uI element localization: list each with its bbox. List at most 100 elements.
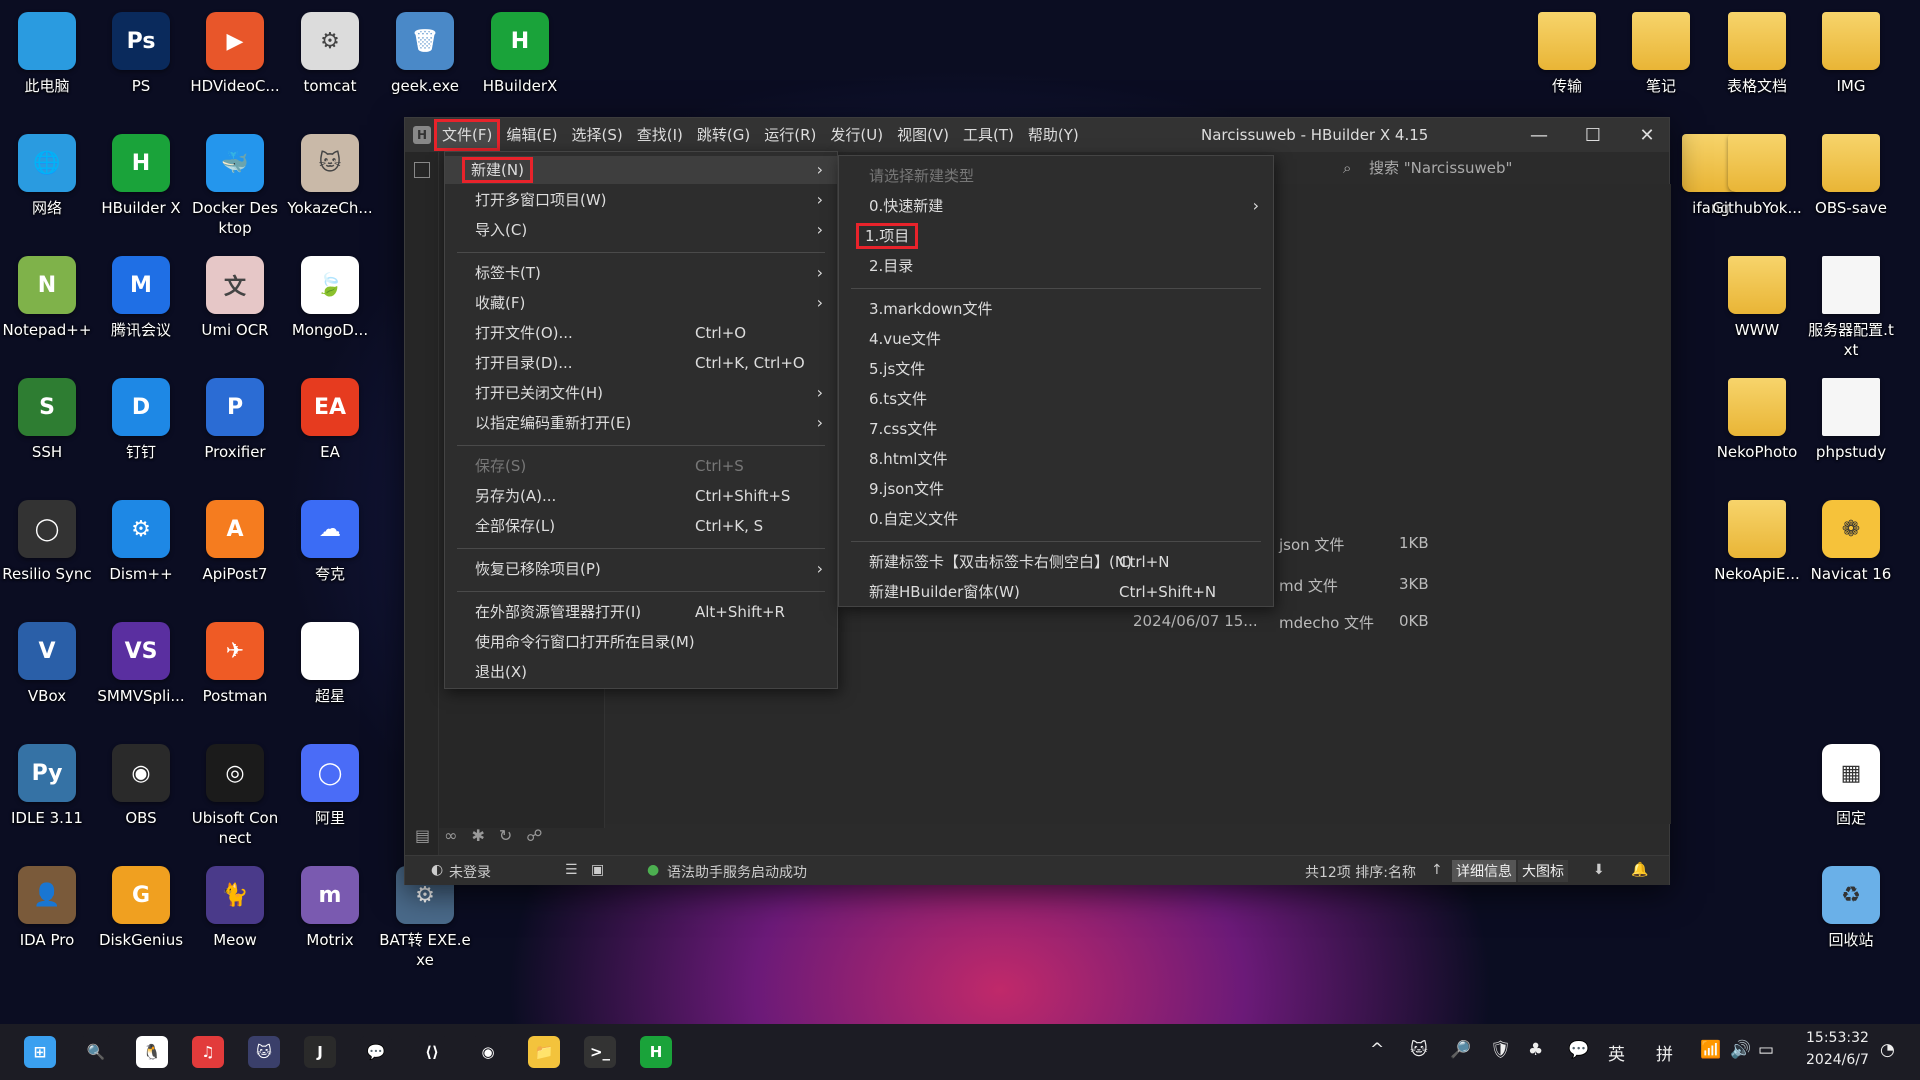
desktop-icon-apipost7[interactable]: A ApiPost7 xyxy=(188,494,282,604)
taskbar-vscode-icon[interactable]: ⟨⟩ xyxy=(416,1036,448,1068)
menu-item-8-html[interactable]: 8.html文件 xyxy=(839,445,1273,473)
desktop-icon-item[interactable]: 超星 xyxy=(283,616,377,726)
desktop-icon-notepad[interactable]: N Notepad++ xyxy=(0,250,94,360)
tray-shield-icon[interactable]: 🛡 xyxy=(1490,1040,1512,1060)
menu-item-9[interactable]: 帮助(Y) xyxy=(1021,120,1086,150)
desktop-icon-hbuilderx[interactable]: H HBuilderX xyxy=(473,6,567,116)
terminal-icon[interactable]: ▣ xyxy=(591,862,604,878)
desktop-icon-item[interactable]: 表格文档 xyxy=(1710,6,1804,116)
bell-icon[interactable]: 🔔 xyxy=(1631,862,1648,878)
download-icon[interactable]: ⬇ xyxy=(1593,862,1605,878)
menu-item-6[interactable]: 发行(U) xyxy=(823,120,890,150)
volume-icon[interactable]: 🔊 xyxy=(1730,1040,1751,1060)
detail-view-button[interactable]: 详细信息 xyxy=(1452,860,1516,882)
desktop-icon-ps[interactable]: Ps PS xyxy=(94,6,188,116)
menu-item-0[interactable]: 0.自定义文件 xyxy=(839,505,1273,533)
tray-expand-icon[interactable]: ^ xyxy=(1370,1040,1384,1060)
desktop-icon-motrix[interactable]: m Motrix xyxy=(283,860,377,970)
user-icon[interactable]: ◐ xyxy=(431,862,443,878)
menu-item-4[interactable]: 跳转(G) xyxy=(690,120,757,150)
desktop-icon-item[interactable]: ☁ 夸克 xyxy=(283,494,377,604)
desktop-icon-postman[interactable]: ✈ Postman xyxy=(188,616,282,726)
desktop-icon-item[interactable]: M 腾讯会议 xyxy=(94,250,188,360)
taskbar-search-icon[interactable]: 🔍 xyxy=(80,1036,112,1068)
desktop-icon-item[interactable]: 笔记 xyxy=(1614,6,1708,116)
menu-item-e[interactable]: 以指定编码重新打开(E) › xyxy=(445,409,837,437)
minimize-button[interactable]: — xyxy=(1513,118,1565,152)
debug-icon[interactable]: ✱ xyxy=(471,826,484,845)
desktop-icon-ssh[interactable]: S SSH xyxy=(0,372,94,482)
wifi-icon[interactable]: 📶 xyxy=(1700,1040,1721,1060)
menu-item-n[interactable]: 新建(N) › xyxy=(445,156,837,184)
sort-arrow-icon[interactable]: ↑ xyxy=(1431,862,1443,878)
desktop-icon-nekophoto[interactable]: NekoPhoto xyxy=(1710,372,1804,482)
taskbar-jetbrains-icon[interactable]: J xyxy=(304,1036,336,1068)
desktop-icon-githubyok[interactable]: GithubYok... xyxy=(1710,128,1804,238)
tray-cat-icon[interactable]: 🐱 xyxy=(1410,1040,1428,1060)
desktop-icon-img[interactable]: IMG xyxy=(1804,6,1898,116)
menu-file[interactable]: 文件(F) xyxy=(433,119,501,151)
folder-icon[interactable]: ▤ xyxy=(415,826,430,845)
battery-icon[interactable]: ▭ xyxy=(1758,1040,1774,1060)
desktop-icon-item[interactable]: D 钉钉 xyxy=(94,372,188,482)
menu-item-2[interactable]: 2.目录 xyxy=(839,252,1273,280)
taskbar-explorer-icon[interactable]: 📁 xyxy=(528,1036,560,1068)
menu-item-x[interactable]: 退出(X) xyxy=(445,658,837,686)
taskbar-terminal-icon[interactable]: >_ xyxy=(584,1036,616,1068)
list-icon[interactable]: ☰ xyxy=(565,862,578,878)
menu-item-1[interactable]: 1.项目 xyxy=(839,222,1273,250)
menu-item-5[interactable]: 运行(R) xyxy=(757,120,823,150)
menu-item-7[interactable]: 视图(V) xyxy=(890,120,956,150)
ime-lang[interactable]: 英 xyxy=(1608,1040,1625,1065)
desktop-icon-tomcat[interactable]: ⚙ tomcat xyxy=(283,6,377,116)
desktop-icon-ida-pro[interactable]: 👤 IDA Pro xyxy=(0,860,94,970)
desktop-icon-www[interactable]: WWW xyxy=(1710,250,1804,360)
binoculars-icon[interactable]: ∞ xyxy=(444,826,457,845)
menu-item-w[interactable]: 打开多窗口项目(W) › xyxy=(445,186,837,214)
taskbar-cat-icon[interactable]: 🐱 xyxy=(248,1036,280,1068)
desktop-icon-smmvspli[interactable]: VS SMMVSpli... xyxy=(94,616,188,726)
desktop-icon-ea[interactable]: EA EA xyxy=(283,372,377,482)
menu-item-a[interactable]: 另存为(A)... Ctrl+Shift+S xyxy=(445,482,837,510)
menu-item-5-js[interactable]: 5.js文件 xyxy=(839,355,1273,383)
desktop-icon-item[interactable]: 🌐 网络 xyxy=(0,128,94,238)
menu-item-4-vue[interactable]: 4.vue文件 xyxy=(839,325,1273,353)
desktop-icon-ubisoft-connect[interactable]: ◎ Ubisoft Connect xyxy=(188,738,282,848)
desktop-icon-item[interactable]: ◯ 阿里 xyxy=(283,738,377,848)
tray-wechat-icon[interactable]: 💬 xyxy=(1568,1040,1589,1060)
desktop-icon-geek-exe[interactable]: 🗑 geek.exe xyxy=(378,6,472,116)
menu-item-d[interactable]: 打开目录(D)... Ctrl+K, Ctrl+O xyxy=(445,349,837,377)
menu-item-t[interactable]: 标签卡(T) › xyxy=(445,259,837,287)
menu-item-i[interactable]: 在外部资源管理器打开(I) Alt+Shift+R xyxy=(445,598,837,626)
menu-item-h[interactable]: 打开已关闭文件(H) › xyxy=(445,379,837,407)
menu-item-9-json[interactable]: 9.json文件 xyxy=(839,475,1273,503)
desktop-icon-meow[interactable]: 🐈 Meow xyxy=(188,860,282,970)
desktop-icon-proxifier[interactable]: P Proxifier xyxy=(188,372,282,482)
menu-item-m[interactable]: 使用命令行窗口打开所在目录(M) xyxy=(445,628,837,656)
taskbar-qq-icon[interactable]: 🐧 xyxy=(136,1036,168,1068)
clock-time[interactable]: 15:53:32 xyxy=(1806,1030,1869,1046)
taskbar-netease-music-icon[interactable]: ♫ xyxy=(192,1036,224,1068)
plugin-icon[interactable]: ☍ xyxy=(526,826,542,845)
menu-item-f[interactable]: 收藏(F) › xyxy=(445,289,837,317)
taskbar-wechat-icon[interactable]: 💬 xyxy=(360,1036,392,1068)
menu-item-n[interactable]: 新建标签卡【双击标签卡右侧空白】(N) Ctrl+N xyxy=(839,548,1273,576)
desktop-icon-item[interactable]: ♻ 回收站 xyxy=(1804,860,1898,970)
desktop-icon-resilio-sync[interactable]: ◯ Resilio Sync xyxy=(0,494,94,604)
desktop-icon-navicat-16[interactable]: ❁ Navicat 16 xyxy=(1804,494,1898,604)
menu-item-8[interactable]: 工具(T) xyxy=(956,120,1021,150)
notification-icon[interactable]: ◔ xyxy=(1880,1040,1895,1060)
ime-mode[interactable]: 拼 xyxy=(1656,1040,1673,1065)
desktop-icon-yokazech[interactable]: 🐱 YokazeCh... xyxy=(283,128,377,238)
taskbar-chrome-icon[interactable]: ◉ xyxy=(472,1036,504,1068)
outline-icon[interactable] xyxy=(414,162,430,178)
desktop-icon-phpstudy[interactable]: phpstudy xyxy=(1804,372,1898,482)
menu-item-6-ts[interactable]: 6.ts文件 xyxy=(839,385,1273,413)
menu-item-c[interactable]: 导入(C) › xyxy=(445,216,837,244)
menu-item-0[interactable]: 0.快速新建 › xyxy=(839,192,1273,220)
desktop-icon-docker-desktop[interactable]: 🐳 Docker Desktop xyxy=(188,128,282,238)
desktop-icon-vbox[interactable]: V VBox xyxy=(0,616,94,726)
desktop-icon-dism[interactable]: ⚙ Dism++ xyxy=(94,494,188,604)
menu-item-hbuilder-w[interactable]: 新建HBuilder窗体(W) Ctrl+Shift+N xyxy=(839,578,1273,606)
desktop-icon-idle-3-11[interactable]: Py IDLE 3.11 xyxy=(0,738,94,848)
